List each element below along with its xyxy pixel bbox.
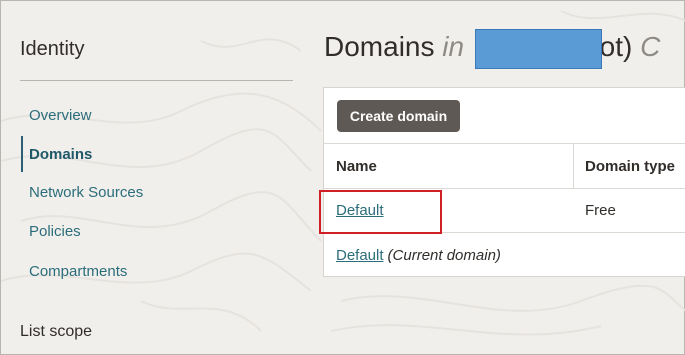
page-title-trailing: C — [640, 31, 661, 62]
domain-link-default-current[interactable]: Default — [336, 247, 384, 264]
sidebar-item-compartments[interactable]: Compartments — [21, 253, 281, 289]
sidebar-title: Identity — [20, 38, 85, 60]
sidebar-item-policies[interactable]: Policies — [21, 213, 281, 249]
highlight-annotation — [319, 190, 442, 234]
column-header-name[interactable]: Name — [336, 144, 377, 188]
sidebar-item-overview[interactable]: Overview — [21, 97, 281, 133]
create-domain-button[interactable]: Create domain — [337, 100, 460, 132]
current-domain-note: (Current domain) — [387, 247, 501, 264]
list-scope-heading: List scope — [20, 323, 93, 340]
column-divider — [573, 144, 574, 188]
sidebar-item-network-sources[interactable]: Network Sources — [21, 174, 281, 210]
page-title-in: in — [442, 31, 465, 62]
sidebar: Identity Overview Domains Network Source… — [1, 1, 301, 355]
redaction-box — [475, 29, 602, 69]
table-cell-domain-type: Free — [585, 202, 616, 219]
sidebar-divider — [20, 80, 293, 81]
table-cell-name: Default (Current domain) — [336, 233, 501, 278]
table-row: Default (Current domain) — [324, 232, 685, 278]
table-header-row: Name Domain type — [324, 143, 685, 188]
sidebar-item-domains[interactable]: Domains — [21, 136, 281, 172]
column-header-domain-type[interactable]: Domain type — [585, 144, 675, 188]
domains-panel: Create domain Name Domain type Default F… — [323, 87, 685, 277]
page-title-text: Domains — [324, 31, 435, 62]
